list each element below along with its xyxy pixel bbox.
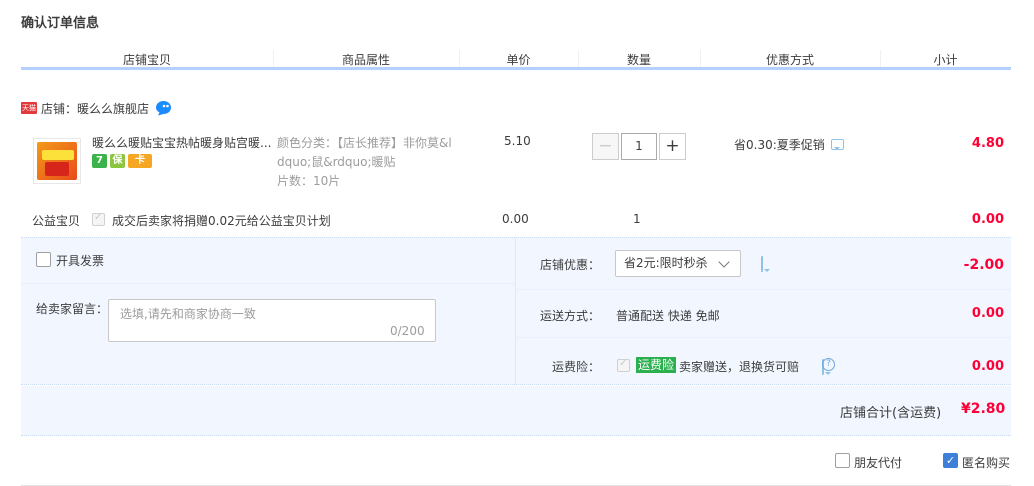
friend-pay-label[interactable]: 朋友代付	[854, 454, 902, 471]
shop-row: 天猫 店铺：暖么么旗舰店	[21, 100, 172, 116]
col-header-price: 单价	[506, 53, 531, 67]
panel-row-divider	[516, 337, 1011, 338]
product-thumbnail[interactable]	[33, 138, 81, 184]
unit-price: 5.10	[504, 134, 531, 148]
qty-decrement-button[interactable]: −	[592, 133, 619, 160]
panel-row-divider	[21, 283, 515, 284]
col-header-subtotal: 小计	[933, 53, 958, 67]
charity-label: 公益宝贝	[32, 214, 81, 228]
chevron-down-icon	[718, 256, 730, 268]
insurance-badge: 运费险	[636, 357, 677, 373]
charity-price: 0.00	[502, 212, 529, 226]
shop-discount-select[interactable]: 省2元:限时秒杀	[615, 250, 741, 277]
attr-count-line: 片数：10片	[277, 174, 341, 188]
shop-total-value: ¥2.80	[961, 401, 1006, 417]
service-icons: 7 保 卡	[92, 154, 152, 168]
seller-message-label: 给卖家留言：	[36, 302, 109, 316]
panel-divider	[515, 237, 516, 385]
product-title-link[interactable]: 暖么么暖贴宝宝热帖暖身贴宫暖...	[92, 134, 272, 151]
tmall-icon: 天猫	[21, 102, 37, 114]
shop-discount-amount: -2.00	[963, 257, 1004, 273]
seven-day-return-icon[interactable]: 7	[92, 154, 107, 168]
col-header-item: 店铺宝贝	[122, 53, 171, 67]
panel-row-divider	[516, 289, 1011, 290]
quantity-stepper: − 1 +	[592, 133, 686, 160]
charity-qty: 1	[633, 212, 641, 226]
message-icon[interactable]	[830, 139, 844, 150]
charity-text: 成交后卖家将捐赠0.02元给公益宝贝计划	[112, 214, 331, 228]
insurance-amount: 0.00	[971, 359, 1004, 374]
seller-message-placeholder: 选填,请先和商家协商一致	[120, 307, 256, 321]
shipping-value: 普通配送 快递 免邮	[616, 309, 720, 323]
shipping-label: 运送方式：	[540, 309, 601, 323]
attr-color-line-cont: dquo;鼠&rdquo;暖贴	[277, 155, 396, 169]
insurance-label: 运费险：	[552, 360, 601, 374]
item-subtotal: 4.80	[971, 136, 1004, 151]
product-attributes: 颜色分类：【店长推荐】非你莫&l dquo;鼠&rdquo;暖贴 片数：10片	[277, 134, 467, 191]
message-icon[interactable]	[761, 256, 763, 272]
charity-checkbox	[92, 212, 105, 226]
insurance-text: 卖家赠送，退换货可赔	[679, 360, 800, 374]
col-header-attr: 商品属性	[341, 53, 390, 67]
invoice-label[interactable]: 开具发票	[56, 252, 104, 269]
shop-discount-value: 省2元:限时秒杀	[624, 256, 708, 270]
seller-message-counter: 0/200	[390, 324, 425, 338]
promo-info: 省0.30:夏季促销	[734, 136, 844, 153]
promo-text: 省0.30:夏季促销	[734, 138, 825, 152]
guarantee-icon[interactable]: 保	[110, 154, 125, 168]
shop-discount-label: 店铺优惠：	[540, 258, 601, 272]
col-header-promo: 优惠方式	[765, 53, 814, 67]
shipping-amount: 0.00	[971, 306, 1004, 321]
credit-card-icon[interactable]: 卡	[128, 154, 152, 168]
qty-increment-button[interactable]: +	[659, 133, 686, 160]
col-header-qty: 数量	[626, 53, 651, 67]
anonymous-checkbox[interactable]: ✓	[943, 453, 958, 468]
page-title: 确认订单信息	[21, 16, 100, 31]
anonymous-label[interactable]: 匿名购买	[962, 454, 1010, 471]
help-icon[interactable]: ?	[822, 358, 835, 371]
attr-color-line: 颜色分类：【店长推荐】非你莫&l	[277, 136, 452, 150]
header-rule	[21, 67, 1011, 70]
wangwang-chat-icon[interactable]	[155, 100, 172, 116]
shop-name[interactable]: 店铺：暖么么旗舰店	[41, 100, 149, 117]
insurance-checkbox	[617, 358, 630, 372]
qty-input[interactable]: 1	[621, 133, 657, 160]
shop-total-label: 店铺合计(含运费)	[840, 406, 942, 421]
charity-subtotal: 0.00	[971, 212, 1004, 227]
invoice-checkbox[interactable]	[36, 252, 51, 267]
friend-pay-checkbox[interactable]	[835, 453, 850, 468]
